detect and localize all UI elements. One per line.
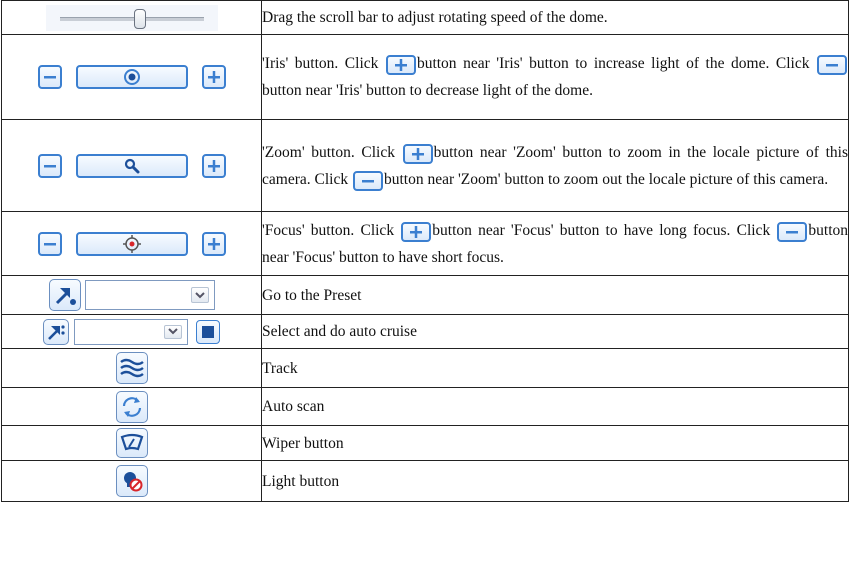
iris-button[interactable] (75, 65, 188, 89)
zoom-minus-button[interactable] (37, 153, 62, 178)
description: 'Focus' button. Click button near 'Focus… (261, 211, 849, 276)
control-cell (1, 425, 262, 461)
table-row: Wiper button (1, 425, 849, 461)
description: Drag the scroll bar to adjust rotating s… (261, 0, 849, 35)
preset-arrow-icon (55, 288, 76, 305)
table-row: Light button (1, 460, 849, 502)
control-cell (1, 0, 262, 35)
description-text: 'Iris' button. Click (262, 55, 385, 72)
slider-thumb[interactable] (133, 8, 146, 29)
cruise-select[interactable] (74, 318, 188, 345)
description: Track (261, 348, 849, 388)
stop-icon (202, 325, 214, 338)
cruise-button[interactable] (43, 318, 69, 345)
magnifier-icon (124, 158, 139, 173)
zoom-plus-button[interactable] (201, 153, 226, 178)
table-row: Auto scan (1, 387, 849, 426)
control-cell (1, 211, 262, 276)
description: 'Iris' button. Click button near 'Iris' … (261, 34, 849, 120)
minus-icon (816, 55, 847, 75)
focus-plus-button[interactable] (201, 231, 226, 256)
description-text: button near 'Iris' button to decrease li… (262, 82, 593, 99)
auto-scan-button[interactable] (115, 390, 148, 423)
description: Select and do auto cruise (261, 314, 849, 349)
iris-minus-button[interactable] (37, 65, 62, 89)
chevron-down-icon[interactable] (190, 287, 209, 303)
description-text: Go to the Preset (262, 286, 362, 304)
control-cell (1, 119, 262, 212)
table-row: Drag the scroll bar to adjust rotating s… (1, 0, 849, 35)
description: Auto scan (261, 387, 849, 426)
preset-button[interactable] (48, 279, 81, 311)
control-cell (1, 34, 262, 120)
description-text: Drag the scroll bar to adjust rotating s… (262, 9, 608, 26)
table-row: Go to the Preset (1, 275, 849, 315)
light-button[interactable] (115, 465, 148, 497)
controls-table: Drag the scroll bar to adjust rotating s… (1, 0, 849, 502)
preset-select[interactable] (84, 280, 215, 310)
control-cell (1, 275, 262, 315)
wiper-icon (120, 433, 143, 451)
description: Wiper button (261, 425, 849, 461)
chevron-down-icon[interactable] (164, 324, 182, 339)
table-row: Select and do auto cruise (1, 314, 849, 349)
table-row: 'Iris' button. Click button near 'Iris' … (1, 34, 849, 120)
focus-target-icon (122, 234, 141, 253)
description-text: 'Zoom' button. Click (262, 143, 402, 161)
description-text: Track (262, 359, 298, 377)
table-row: Track (1, 348, 849, 388)
track-button[interactable] (115, 352, 148, 384)
refresh-icon (122, 396, 141, 417)
description-text: Select and do auto cruise (262, 323, 417, 340)
description-text: 'Focus' button. Click (262, 221, 401, 239)
description-text: Wiper button (262, 434, 344, 452)
plus-icon (385, 55, 416, 75)
wiper-button[interactable] (115, 428, 148, 458)
iris-plus-button[interactable] (201, 65, 226, 89)
description-text: button near 'Focus' button to have long … (432, 221, 777, 239)
speed-slider[interactable] (45, 4, 218, 31)
plus-icon (401, 221, 432, 242)
description: Light button (261, 460, 849, 502)
focus-button[interactable] (75, 231, 188, 256)
cruise-arrow-icon (48, 324, 65, 340)
slider-track[interactable] (59, 16, 204, 21)
plus-icon (402, 143, 433, 164)
table-row: 'Zoom' button. Click button near 'Zoom' … (1, 119, 849, 212)
waves-icon (119, 358, 144, 378)
description-text: button near 'Zoom' button to zoom out th… (383, 170, 829, 188)
iris-icon (123, 69, 140, 85)
zoom-button[interactable] (75, 153, 188, 178)
control-cell (1, 348, 262, 388)
description-text: Auto scan (262, 398, 325, 415)
control-cell (1, 387, 262, 426)
control-cell (1, 314, 262, 349)
light-off-icon (123, 472, 142, 492)
control-cell (1, 460, 262, 502)
description-text: button near 'Iris' button to increase li… (416, 55, 816, 72)
minus-icon (777, 221, 808, 242)
table-row: 'Focus' button. Click button near 'Focus… (1, 211, 849, 276)
minus-icon (352, 170, 383, 191)
stop-button[interactable] (196, 319, 220, 344)
description: Go to the Preset (261, 275, 849, 315)
description: 'Zoom' button. Click button near 'Zoom' … (261, 119, 849, 212)
description-text: Light button (262, 472, 340, 490)
focus-minus-button[interactable] (37, 231, 62, 256)
